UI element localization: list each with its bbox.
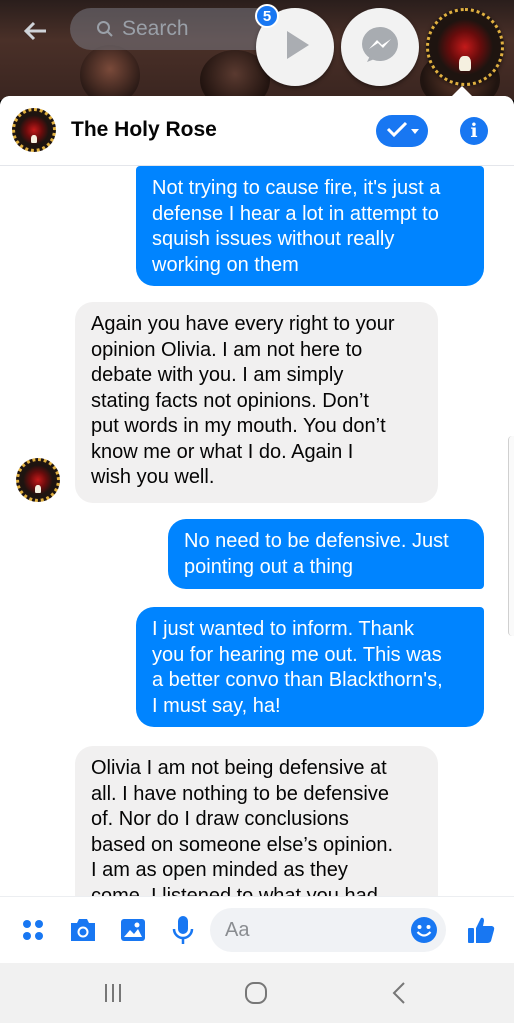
page-title[interactable]: The Holy Rose xyxy=(71,118,217,142)
composer-bar: Aa xyxy=(0,896,514,963)
check-icon xyxy=(386,121,408,142)
messenger-chathead[interactable] xyxy=(341,8,419,86)
search-placeholder: Search xyxy=(122,17,189,40)
message-bubble-incoming[interactable]: Again you have every right to your opini… xyxy=(75,302,438,503)
thumbs-up-icon[interactable] xyxy=(466,915,496,945)
messenger-icon xyxy=(359,24,401,71)
system-nav-bar xyxy=(0,963,514,1023)
caret-down-icon xyxy=(410,122,419,140)
info-icon[interactable]: i xyxy=(460,117,488,145)
sender-avatar[interactable] xyxy=(16,458,60,502)
search-input[interactable]: Search xyxy=(70,8,280,50)
search-icon xyxy=(96,20,114,38)
camera-icon[interactable] xyxy=(68,915,98,945)
message-list[interactable]: Not trying to cause fire, it's just a de… xyxy=(0,166,514,896)
emoji-icon[interactable] xyxy=(409,915,439,945)
recents-icon[interactable] xyxy=(98,980,128,1006)
active-chathead-pointer xyxy=(452,86,472,96)
conversation-panel: The Holy Rose i Not trying to cause fire… xyxy=(0,96,514,963)
home-icon[interactable] xyxy=(241,980,271,1006)
message-placeholder: Aa xyxy=(225,918,250,941)
back-arrow-icon[interactable] xyxy=(22,18,48,44)
back-icon[interactable] xyxy=(385,980,415,1006)
avatar[interactable] xyxy=(12,108,56,152)
message-bubble-outgoing[interactable]: No need to be defensive. Just pointing o… xyxy=(168,519,484,589)
mic-icon[interactable] xyxy=(168,915,198,945)
conversation-header: The Holy Rose i xyxy=(0,96,514,166)
message-bubble-incoming[interactable]: Olivia I am not being defensive at all. … xyxy=(75,746,438,896)
apps-icon[interactable] xyxy=(18,915,48,945)
notification-badge: 5 xyxy=(255,4,279,28)
holy-rose-chathead[interactable] xyxy=(426,8,504,86)
status-button[interactable] xyxy=(376,115,428,147)
play-icon xyxy=(275,25,315,70)
scroll-handle[interactable] xyxy=(508,436,514,636)
message-bubble-outgoing[interactable]: I just wanted to inform. Thank you for h… xyxy=(136,607,484,727)
message-bubble-outgoing[interactable]: Not trying to cause fire, it's just a de… xyxy=(136,166,484,286)
image-icon[interactable] xyxy=(118,915,148,945)
